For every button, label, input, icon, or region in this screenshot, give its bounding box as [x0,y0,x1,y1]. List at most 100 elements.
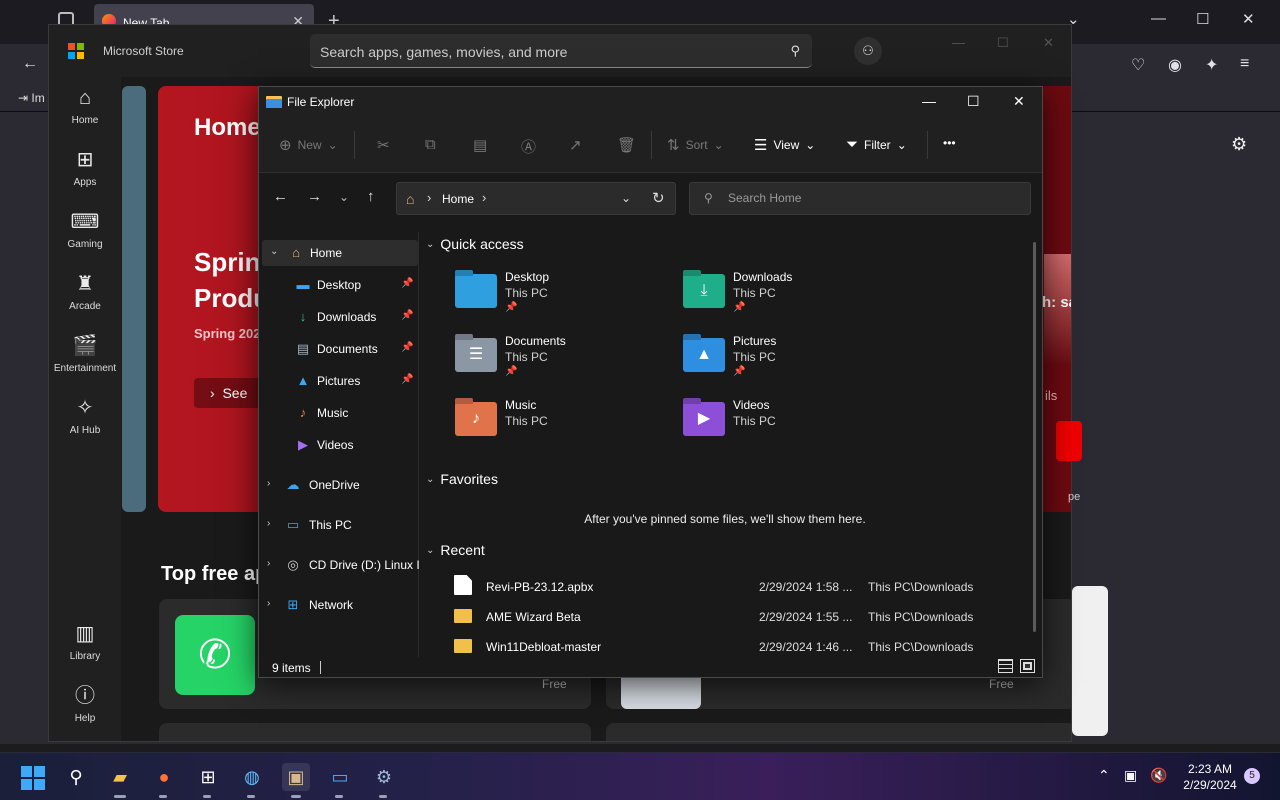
store-nav-arcade[interactable]: ♜ Arcade [49,271,121,312]
address-box[interactable]: ⌂ › Home › ⌄ ↻ [396,182,676,215]
explorer-minimize-icon[interactable]: — [922,93,936,109]
tree-item-documents[interactable]: ▤ Documents 📌 [259,336,419,362]
address-dropdown-icon[interactable]: ⌄ [621,191,631,205]
settings-icon[interactable]: ⚙ [370,763,398,791]
tree-item-downloads[interactable]: ↓ Downloads 📌 [259,304,419,330]
share-button[interactable]: ↗ [569,136,582,154]
explorer-close-icon[interactable]: ✕ [1013,93,1025,110]
tree-item-this-pc[interactable]: › ▭ This PC [259,512,419,538]
tree-item-cd-drive[interactable]: › ◎ CD Drive (D:) Linux I [259,552,419,578]
breadcrumb-separator-icon[interactable]: › [482,190,486,205]
network-status-icon[interactable]: ▣ [1124,767,1137,784]
recent-row[interactable]: AME Wizard Beta 2/29/2024 1:55 ... This … [452,603,1012,631]
cut-button[interactable]: ✂ [377,136,390,154]
recent-locations-icon[interactable]: ⌄ [339,190,349,204]
show-hidden-icons-icon[interactable]: ⌃ [1098,767,1110,784]
microsoft-store-taskbar-icon[interactable]: ⊞ [194,763,222,791]
chevron-down-icon[interactable]: ⌄ [270,246,278,257]
delete-button[interactable]: 🗑 [617,136,636,154]
search-icon[interactable]: ⚲ [62,763,90,791]
recent-row[interactable]: Revi-PB-23.12.apbx 2/29/2024 1:58 ... Th… [452,573,1012,601]
paste-button[interactable]: ▤ [473,136,487,154]
app-card[interactable] [159,723,591,741]
window-app-icon[interactable]: ▭ [326,763,354,791]
favorites-header[interactable]: ⌄ Favorites [426,471,498,487]
chevron-right-icon[interactable]: › [267,518,270,529]
side-white-card[interactable] [1072,586,1108,736]
menu-icon[interactable]: ≡ [1240,55,1249,73]
tree-item-pictures[interactable]: ▲ Pictures 📌 [259,368,419,394]
chevron-right-icon[interactable]: › [267,478,270,489]
package-app-icon[interactable]: ▣ [282,763,310,791]
recent-header[interactable]: ⌄ Recent [426,542,485,558]
store-nav-home[interactable]: ⌂ Home [49,85,121,126]
breadcrumb-home[interactable]: Home [442,192,474,206]
tiles-view-icon[interactable] [1020,659,1035,673]
browser-globe-icon[interactable]: ◍ [238,763,266,791]
quick-access-downloads[interactable]: ⤓ Downloads This PC 📌 [683,270,903,330]
new-button[interactable]: ⊕ New ⌄ [279,136,338,154]
store-minimize-icon[interactable]: — [952,35,965,50]
firefox-minimize-icon[interactable]: — [1151,10,1166,27]
firefox-close-icon[interactable]: ✕ [1242,10,1255,28]
explorer-search-box[interactable]: ⚲ [689,182,1031,215]
store-nav-gaming[interactable]: ⌨ Gaming [49,209,121,250]
refresh-icon[interactable]: ↻ [652,189,665,207]
more-options-button[interactable]: ••• [943,136,956,150]
quick-access-header[interactable]: ⌄ Quick access [426,236,524,252]
rename-button[interactable]: Ⓐ [521,136,536,157]
hero-see-button[interactable]: › See [194,378,264,408]
notification-badge[interactable]: 5 [1244,768,1260,784]
firefox-maximize-icon[interactable]: ☐ [1196,10,1209,28]
tree-item-desktop[interactable]: ▬ Desktop 📌 [259,272,419,298]
store-close-icon[interactable]: ✕ [1043,35,1054,51]
firefox-icon[interactable]: ● [150,763,178,791]
filter-button[interactable]: ⏷ Filter ⌄ [846,136,907,153]
view-button[interactable]: ☰ View ⌄ [754,136,815,154]
store-maximize-icon[interactable]: ☐ [997,35,1009,51]
tree-item-network[interactable]: › ⊞ Network [259,592,419,618]
recent-row[interactable]: Win11Debloat-master 2/29/2024 1:46 ... T… [452,633,1012,657]
sort-button[interactable]: ⇅ Sort ⌄ [667,136,724,154]
extensions-icon[interactable]: ✦ [1205,55,1218,75]
pocket-icon[interactable]: ♡ [1131,55,1145,75]
store-nav-ai-hub[interactable]: ✧ AI Hub [49,395,121,436]
up-icon[interactable]: ↑ [367,188,375,205]
quick-access-pictures[interactable]: ▲ Pictures This PC 📌 [683,334,903,394]
explorer-maximize-icon[interactable]: ☐ [967,93,980,110]
store-nav-library[interactable]: ▥ Library [49,621,121,662]
newtab-settings-icon[interactable]: ⚙ [1231,134,1247,155]
hero-prev-card[interactable] [122,86,146,512]
copy-button[interactable]: ⧉ [425,136,436,153]
tree-item-home[interactable]: ⌄ ⌂ Home [262,240,418,266]
firefox-back-icon[interactable]: ← [22,55,38,73]
store-nav-help[interactable]: ⓘ Help [49,683,121,724]
tree-item-videos[interactable]: ▶ Videos [259,432,419,458]
quick-access-documents[interactable]: ☰ Documents This PC 📌 [455,334,675,394]
start-button-icon[interactable] [21,766,45,790]
store-nav-entertainment[interactable]: 🎬 Entertainment [49,333,121,374]
quick-access-desktop[interactable]: Desktop This PC 📌 [455,270,675,330]
quick-access-videos[interactable]: ▶ Videos This PC [683,398,903,458]
import-bookmarks-button[interactable]: ⇥ Im [18,91,45,105]
chevron-right-icon[interactable]: › [267,598,270,609]
back-icon[interactable]: ← [273,188,288,205]
store-nav-apps[interactable]: ⊞ Apps [49,147,121,188]
tree-item-onedrive[interactable]: › ☁ OneDrive [259,472,419,498]
volume-muted-icon[interactable]: 🔇 [1150,767,1167,784]
forward-icon[interactable]: → [307,188,322,205]
chevron-right-icon[interactable]: › [267,558,270,569]
store-search-icon[interactable]: ⚲ [790,43,800,59]
quick-access-music[interactable]: ♪ Music This PC [455,398,675,458]
details-view-icon[interactable] [998,659,1013,673]
explorer-search-input[interactable] [728,191,1018,205]
content-scrollbar[interactable] [1033,242,1036,632]
taskbar-clock[interactable]: 2:23 AM 2/29/2024 [1180,761,1240,793]
store-account-icon[interactable]: ⚇ [854,37,882,65]
app-card[interactable] [606,723,1071,741]
account-icon[interactable]: ◉ [1168,55,1182,75]
file-explorer-taskbar-icon[interactable]: ▰ [106,763,134,791]
store-search-input[interactable]: Search apps, games, movies, and more ⚲ [310,34,812,68]
breadcrumb-separator-icon[interactable]: › [427,190,431,205]
tree-item-music[interactable]: ♪ Music [259,400,419,426]
